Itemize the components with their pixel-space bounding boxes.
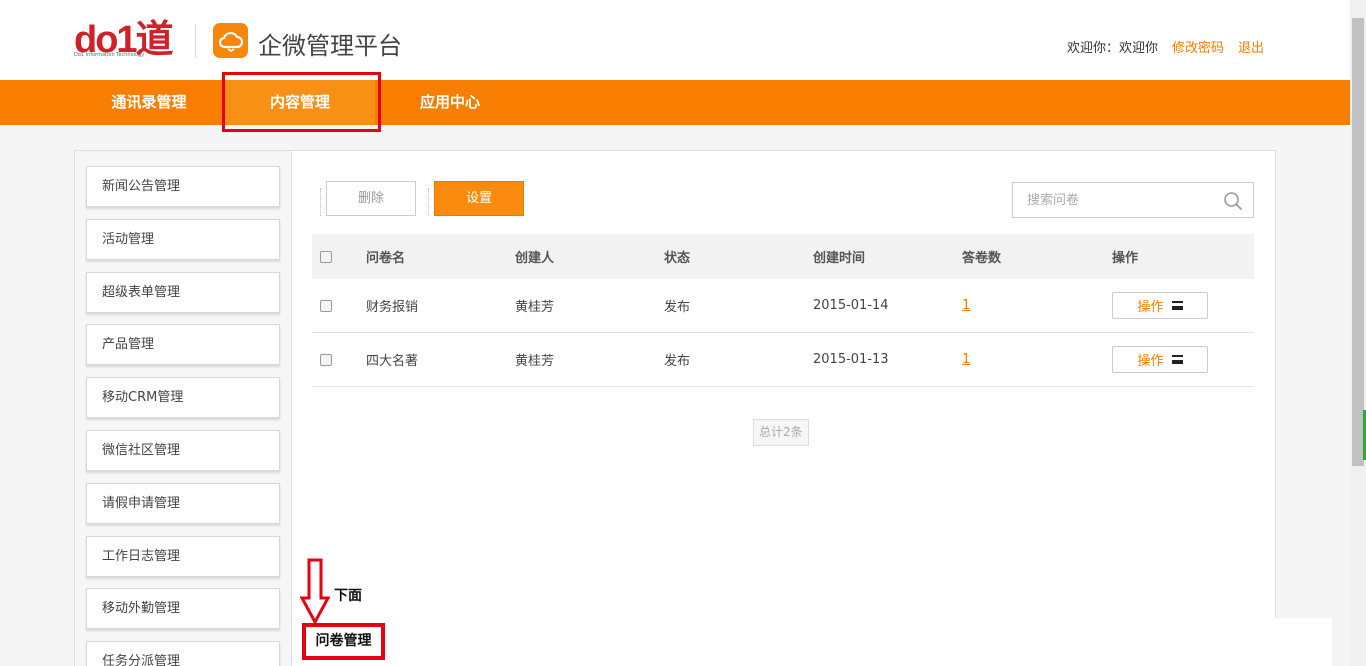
app-title: 企微管理平台 [258, 32, 402, 60]
company-logo[interactable]: do1道 Do1 Information Technology [74, 19, 174, 61]
row-action-label: 操作 [1137, 354, 1164, 369]
select-all-checkbox[interactable] [320, 234, 332, 279]
annotation-highlight-box [222, 72, 381, 132]
page-scrollbar[interactable] [1350, 0, 1366, 666]
survey-created: 2015-01-13 [813, 352, 889, 367]
blank-patch [616, 171, 704, 197]
annotation-backdrop [292, 618, 1332, 666]
annotation-target-label: 问卷管理 [302, 623, 385, 660]
sidebar-item-super-form[interactable]: 超级表单管理 [86, 272, 280, 313]
survey-created: 2015-01-14 [813, 298, 889, 313]
table-row: 财务报销 黄桂芳 发布 2015-01-14 1 操作 [312, 279, 1254, 333]
survey-creator: 黄桂芳 [515, 354, 555, 369]
row-action-button[interactable]: 操作 [1112, 346, 1208, 373]
header: do1道 Do1 Information Technology 企微管理平台 欢… [0, 0, 1350, 80]
column-header-creator: 创建人 [515, 251, 555, 266]
logout-link[interactable]: 退出 [1238, 37, 1264, 56]
total-count: 总计2条 [753, 419, 809, 446]
annotation-hint: 下面 [334, 588, 362, 604]
welcome-text: 欢迎你：欢迎你 [1066, 41, 1158, 56]
row-checkbox[interactable] [320, 333, 332, 386]
survey-status: 发布 [664, 300, 691, 315]
blank-patch [776, 520, 869, 586]
sidebar-item-worklog[interactable]: 工作日志管理 [86, 536, 280, 577]
sidebar-item-product[interactable]: 产品管理 [86, 324, 280, 365]
logo-subtitle: Do1 Information Technology [74, 52, 145, 58]
table-row: 四大名著 黄桂芳 发布 2015-01-13 1 操作 [312, 333, 1254, 387]
menu-icon [1171, 355, 1183, 364]
settings-button[interactable]: 设置 [434, 181, 524, 216]
menu-icon [1171, 301, 1183, 310]
arrow-down-icon [300, 558, 330, 626]
toolbar-divider [428, 188, 429, 216]
row-checkbox[interactable] [320, 279, 332, 332]
answer-count-link[interactable]: 1 [962, 298, 970, 313]
sidebar-item-activity[interactable]: 活动管理 [86, 219, 280, 260]
table-header: 问卷名 创建人 状态 创建时间 答卷数 操作 [312, 234, 1254, 279]
cloud-icon [213, 23, 248, 58]
main-nav: 通讯录管理 内容管理 应用中心 [0, 80, 1350, 125]
column-header-name: 问卷名 [366, 251, 406, 266]
search-icon[interactable] [1223, 191, 1243, 211]
nav-contacts[interactable]: 通讯录管理 [74, 80, 224, 125]
sidebar-item-news[interactable]: 新闻公告管理 [86, 166, 280, 207]
row-action-label: 操作 [1137, 300, 1164, 315]
user-bar: 欢迎你：欢迎你 修改密码 退出 [1067, 37, 1264, 56]
column-header-answers: 答卷数 [962, 251, 1002, 266]
delete-button[interactable]: 删除 [326, 181, 416, 216]
nav-app-center[interactable]: 应用中心 [375, 80, 525, 125]
sidebar-item-leave[interactable]: 请假申请管理 [86, 483, 280, 524]
logo-mark: do1道 [74, 19, 174, 61]
search-input[interactable] [1013, 183, 1213, 217]
sidebar-item-task[interactable]: 任务分派管理 [86, 641, 280, 666]
logo-divider [195, 24, 196, 58]
toolbar-divider [320, 188, 321, 216]
search-box[interactable] [1012, 182, 1254, 218]
survey-name: 财务报销 [366, 300, 419, 315]
sidebar-item-crm[interactable]: 移动CRM管理 [86, 377, 280, 418]
survey-name: 四大名著 [366, 354, 419, 369]
survey-status: 发布 [664, 354, 691, 369]
change-password-link[interactable]: 修改密码 [1172, 37, 1224, 56]
survey-creator: 黄桂芳 [515, 300, 555, 315]
sidebar: 新闻公告管理 活动管理 超级表单管理 产品管理 移动CRM管理 微信社区管理 请… [75, 151, 292, 666]
column-header-status: 状态 [664, 251, 691, 266]
content-panel: 新闻公告管理 活动管理 超级表单管理 产品管理 移动CRM管理 微信社区管理 请… [74, 150, 1276, 666]
column-header-created: 创建时间 [813, 251, 866, 266]
row-action-button[interactable]: 操作 [1112, 292, 1208, 319]
survey-table: 问卷名 创建人 状态 创建时间 答卷数 操作 财务报销 黄桂芳 发布 2015-… [312, 234, 1254, 387]
column-header-actions: 操作 [1112, 251, 1139, 266]
sidebar-item-field[interactable]: 移动外勤管理 [86, 588, 280, 629]
blank-patch [502, 441, 585, 522]
answer-count-link[interactable]: 1 [962, 352, 970, 367]
scrollbar-thumb[interactable] [1352, 18, 1364, 466]
sidebar-item-community[interactable]: 微信社区管理 [86, 430, 280, 471]
